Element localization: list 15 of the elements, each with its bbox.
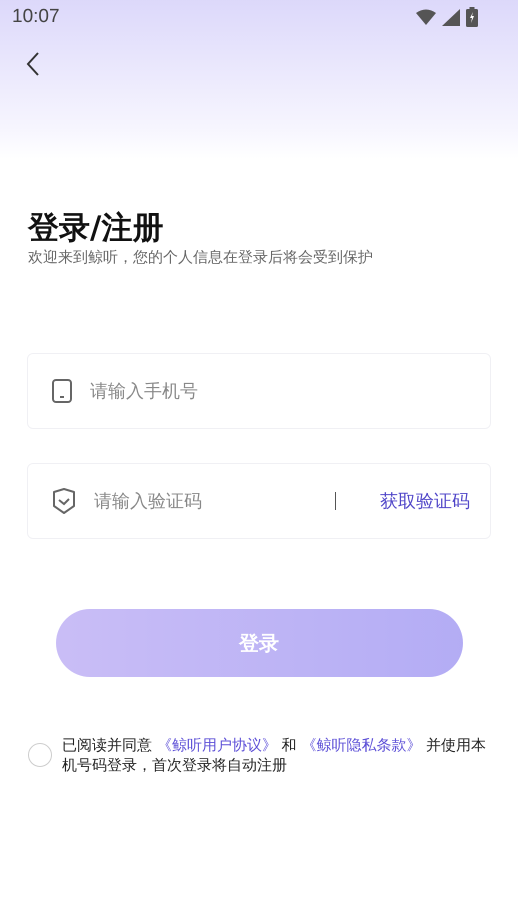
get-code-button[interactable]: 获取验证码 — [380, 489, 470, 513]
agreement-link[interactable]: 《鲸听用户协议》 — [156, 736, 277, 754]
battery-icon — [466, 7, 478, 27]
page-subtitle: 欢迎来到鲸听，您的个人信息在登录后将会受到保护 — [28, 248, 374, 267]
page-title: 登录/注册 — [28, 209, 164, 248]
phone-input-field[interactable]: 请输入手机号 — [88, 380, 470, 402]
phone-icon — [52, 379, 72, 403]
agreement-text: 已阅读并同意 《鲸听用户协议》 和 《鲸听隐私条款》 并使用本机号码登录，首次登录将自动注册 — [62, 735, 488, 775]
shield-check-icon — [52, 488, 76, 514]
code-input-field[interactable]: 请输入验证码 — [92, 490, 319, 512]
status-time: 10:07 — [12, 6, 60, 28]
signal-icon — [442, 8, 460, 26]
agreement-checkbox[interactable] — [28, 743, 52, 767]
agreement-link[interactable]: 《鲸听隐私条款》 — [301, 736, 422, 754]
wifi-icon — [416, 9, 436, 25]
